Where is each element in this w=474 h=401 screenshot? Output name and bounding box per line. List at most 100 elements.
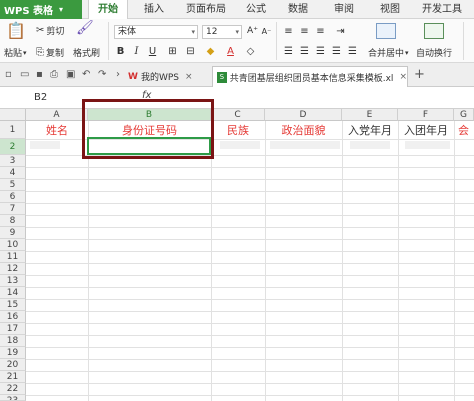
paste-button[interactable]: 📋 <box>6 22 28 40</box>
spreadsheet-file-icon: S <box>217 71 227 83</box>
paste-label-button[interactable]: 粘贴 ▾ <box>4 46 29 60</box>
grid-line <box>26 203 474 204</box>
wrap-text-icon[interactable] <box>424 23 444 39</box>
row-header[interactable]: 6 <box>0 191 26 203</box>
cut-button[interactable]: ✂ 剪切 <box>36 24 64 38</box>
align-center-icon[interactable]: ☰ <box>298 45 311 58</box>
tab-insert[interactable]: 插入 <box>136 0 172 19</box>
format-painter-button[interactable]: 格式刷 <box>73 46 100 59</box>
save-icon[interactable]: ▪ <box>36 69 43 80</box>
new-tab-plus-icon[interactable]: + <box>414 67 425 82</box>
column-header-a[interactable]: A <box>26 109 88 121</box>
new-file-icon[interactable]: ▫ <box>5 69 12 80</box>
fill-color-icon[interactable]: ◆ <box>204 45 217 58</box>
row-header[interactable]: 1 <box>0 121 26 139</box>
format-painter-icon-button[interactable]: 🖌 <box>76 21 96 35</box>
row-header[interactable]: 14 <box>0 287 26 299</box>
copy-button[interactable]: ⎘ 复制 <box>36 46 64 60</box>
cell-f1[interactable]: 入团年月 <box>398 122 454 139</box>
row-header[interactable]: 9 <box>0 227 26 239</box>
open-folder-icon[interactable]: ▭ <box>20 69 29 80</box>
underline-button[interactable]: U <box>146 45 159 58</box>
grid-line <box>26 335 474 336</box>
row-header[interactable]: 12 <box>0 263 26 275</box>
row-header[interactable]: 10 <box>0 239 26 251</box>
merge-cells-icon[interactable]: ⊟ <box>184 45 197 58</box>
font-name-select[interactable]: 宋体 ▾ <box>114 25 198 39</box>
row-header[interactable]: 17 <box>0 323 26 335</box>
print-preview-icon[interactable]: ▣ <box>66 69 75 80</box>
grid-line <box>26 191 474 192</box>
row-header[interactable]: 19 <box>0 347 26 359</box>
merge-center-icon[interactable] <box>376 23 396 39</box>
tab-page-layout[interactable]: 页面布局 <box>178 0 234 19</box>
row-header[interactable]: 11 <box>0 251 26 263</box>
align-right-icon[interactable]: ☰ <box>314 45 327 58</box>
row-header[interactable]: 21 <box>0 371 26 383</box>
justify-icon[interactable]: ☰ <box>330 45 343 58</box>
more-icon[interactable]: › <box>116 69 120 80</box>
row-header[interactable]: 3 <box>0 155 26 167</box>
row-header[interactable]: 22 <box>0 383 26 395</box>
app-menu-button[interactable]: WPS 表格 ▾ <box>0 0 82 19</box>
scissors-icon: ✂ <box>36 24 45 36</box>
merge-center-button[interactable]: 合并居中 ▾ <box>368 46 411 60</box>
border-icon[interactable]: ⊞ <box>166 45 179 58</box>
tab-review[interactable]: 审阅 <box>326 0 362 19</box>
row-header[interactable]: 16 <box>0 311 26 323</box>
shrink-font-button[interactable]: A⁻ <box>260 25 273 38</box>
row-header[interactable]: 4 <box>0 167 26 179</box>
row-header[interactable]: 5 <box>0 179 26 191</box>
bold-button[interactable]: B <box>114 45 127 58</box>
row-header[interactable]: 15 <box>0 299 26 311</box>
font-size-select[interactable]: 12 ▾ <box>202 25 242 39</box>
column-header-c[interactable]: C <box>211 109 265 121</box>
tab-formulas[interactable]: 公式 <box>238 0 274 19</box>
grow-font-button[interactable]: A⁺ <box>246 25 259 38</box>
row-header[interactable]: 2 <box>0 139 26 155</box>
distribute-icon[interactable]: ☰ <box>346 45 359 58</box>
row-header[interactable]: 8 <box>0 215 26 227</box>
column-header-d[interactable]: D <box>265 109 342 121</box>
column-header-e[interactable]: E <box>342 109 398 121</box>
grid-line <box>26 239 474 240</box>
row-header[interactable]: 20 <box>0 359 26 371</box>
name-box[interactable]: B2 <box>0 90 80 106</box>
close-icon[interactable]: × <box>399 72 407 82</box>
tab-home[interactable]: 开始 <box>88 0 128 20</box>
tab-developer[interactable]: 开发工具 <box>414 0 470 19</box>
align-middle-icon[interactable]: ≡ <box>298 25 311 38</box>
align-left-icon[interactable]: ☰ <box>282 45 295 58</box>
align-bottom-icon[interactable]: ≡ <box>314 25 327 38</box>
wrap-text-button[interactable]: 自动换行 <box>416 46 452 59</box>
tab-view[interactable]: 视图 <box>372 0 408 19</box>
column-header-g[interactable]: G <box>454 109 474 121</box>
row-header[interactable]: 13 <box>0 275 26 287</box>
tab-data[interactable]: 数据 <box>280 0 316 19</box>
select-all-corner[interactable] <box>0 109 26 121</box>
cell-e1[interactable]: 入党年月 <box>342 122 398 139</box>
cell-g1[interactable]: 会 <box>454 122 474 139</box>
clear-format-icon[interactable]: ◇ <box>244 45 257 58</box>
chevron-down-icon: ▾ <box>59 5 64 14</box>
redo-icon[interactable]: ↷ <box>98 69 106 80</box>
align-top-icon[interactable]: ≡ <box>282 25 295 38</box>
grid-line <box>26 287 474 288</box>
tab-my-wps[interactable]: W 我的WPS × <box>124 66 210 87</box>
document-tab-bar: ▫ ▭ ▪ ⎙ ▣ ↶ ↷ › W 我的WPS × S 共青团基层组织团员基本信… <box>0 63 474 87</box>
cell-a1[interactable]: 姓名 <box>26 122 88 139</box>
row-header[interactable]: 23 <box>0 395 26 401</box>
font-color-icon[interactable]: A <box>224 45 237 58</box>
cell-d1[interactable]: 政治面貌 <box>265 122 342 139</box>
italic-button[interactable]: I <box>130 45 143 58</box>
row-header[interactable]: 18 <box>0 335 26 347</box>
tab-spreadsheet-file[interactable]: S 共青团基层组织团员基本信息采集模板.xls × <box>212 66 408 87</box>
indent-icon[interactable]: ⇥ <box>334 25 347 38</box>
undo-icon[interactable]: ↶ <box>82 69 90 80</box>
close-icon[interactable]: × <box>185 72 193 82</box>
row-header[interactable]: 7 <box>0 203 26 215</box>
grid-line <box>26 167 474 168</box>
column-header-f[interactable]: F <box>398 109 454 121</box>
print-icon[interactable]: ⎙ <box>50 69 58 80</box>
cell-c1[interactable]: 民族 <box>211 122 265 139</box>
